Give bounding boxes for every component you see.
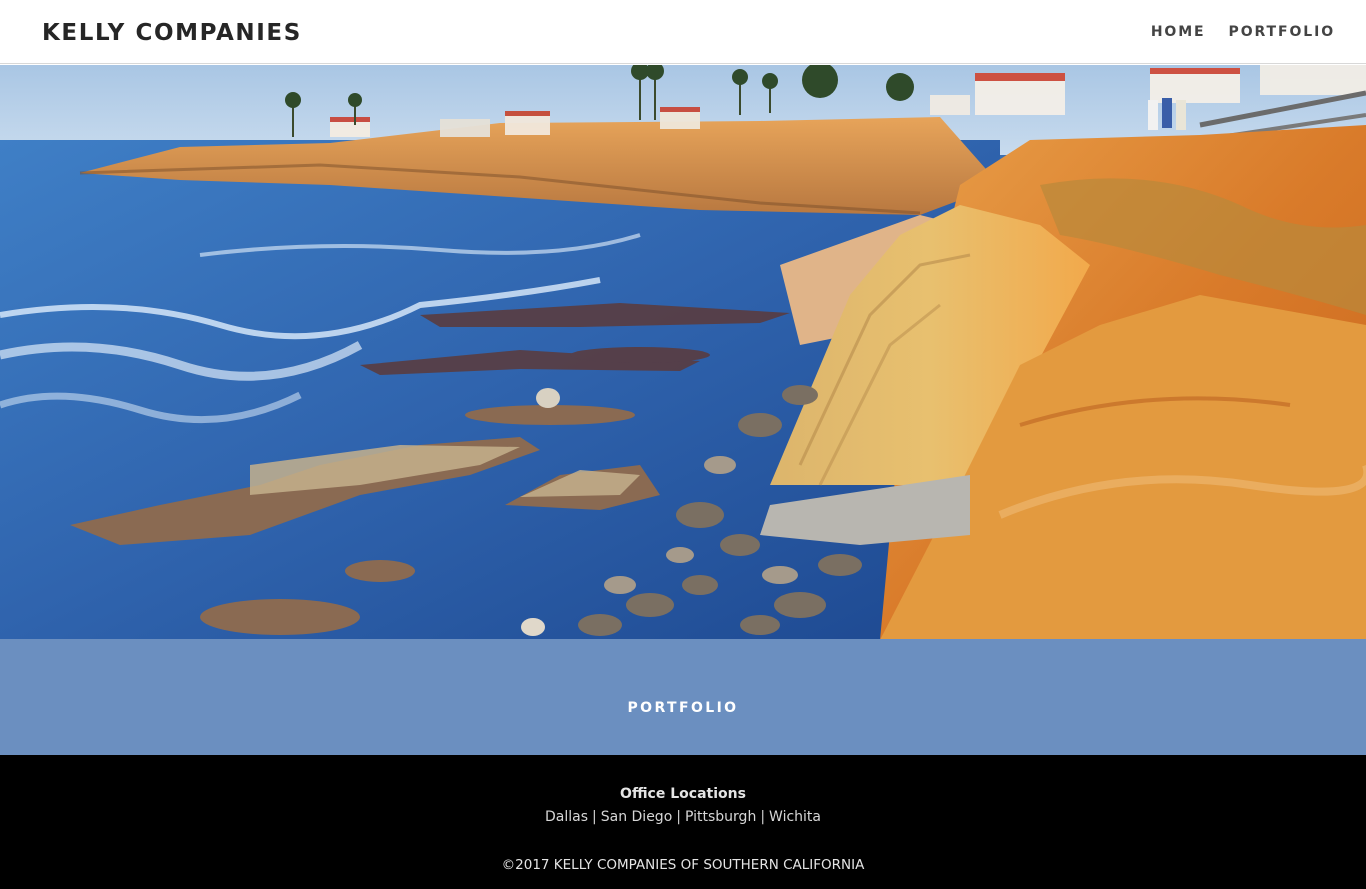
office-dallas: Dallas: [545, 809, 589, 825]
separator: |: [592, 809, 597, 825]
main-nav: HOME PORTFOLIO: [1128, 23, 1335, 41]
hero-image: [0, 65, 1366, 639]
office-pittsburgh: Pittsburgh: [684, 809, 757, 825]
nav-portfolio-link[interactable]: PORTFOLIO: [1229, 23, 1335, 41]
site-header: KELLY COMPANIES HOME PORTFOLIO: [0, 0, 1366, 64]
portfolio-heading[interactable]: PORTFOLIO: [0, 699, 1366, 717]
office-locations-list: Dallas | San Diego | Pittsburgh | Wichita: [0, 808, 1366, 826]
site-logo[interactable]: KELLY COMPANIES: [42, 19, 302, 47]
separator: |: [760, 809, 766, 825]
copyright-text: ©2017 KELLY COMPANIES OF SOUTHERN CALIFO…: [501, 857, 865, 873]
coastal-cliffs-illustration: [0, 65, 1366, 639]
portfolio-band: [0, 639, 1366, 755]
nav-home-link[interactable]: HOME: [1151, 23, 1206, 41]
separator: |: [676, 809, 681, 825]
office-locations-title: Office Locations: [620, 786, 746, 802]
office-wichita: Wichita: [769, 809, 821, 825]
office-san-diego: San Diego: [600, 809, 673, 825]
